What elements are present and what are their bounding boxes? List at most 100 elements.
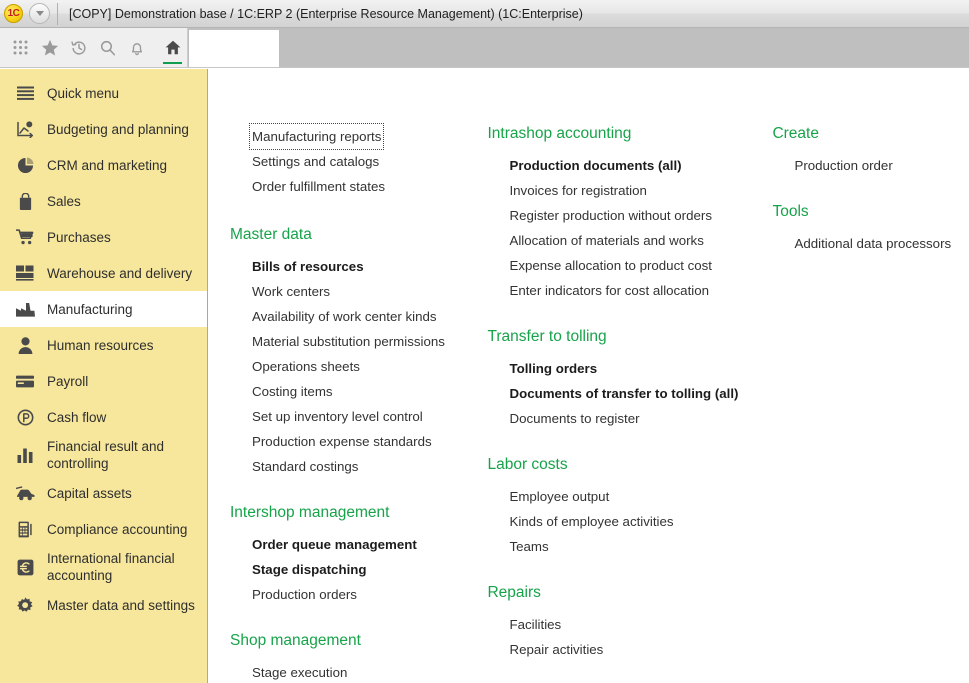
sidebar: Quick menuBudgeting and planningCRM and … <box>0 69 208 683</box>
toolbar-strip <box>0 28 969 68</box>
sidebar-item-payroll[interactable]: Payroll <box>0 363 207 399</box>
bell-icon[interactable] <box>124 35 150 61</box>
sidebar-item-cash-flow[interactable]: Cash flow <box>0 399 207 435</box>
sidebar-item-human-resources[interactable]: Human resources <box>0 327 207 363</box>
star-icon[interactable] <box>37 35 63 61</box>
sidebar-item-master-data-and-settings[interactable]: Master data and settings <box>0 587 207 623</box>
title-bar: 1C [COPY] Demonstration base / 1C:ERP 2 … <box>0 0 969 28</box>
nav-link-production-expense-standards[interactable]: Production expense standards <box>252 429 434 454</box>
link-row: Employee output <box>487 484 772 509</box>
nav-link-stage-execution[interactable]: Stage execution <box>252 660 349 683</box>
section-group: Shop managementStage execution <box>230 631 487 683</box>
shopping-cart-icon <box>14 229 36 245</box>
sidebar-item-label: Payroll <box>47 373 88 390</box>
sidebar-item-capital-assets[interactable]: Capital assets <box>0 475 207 511</box>
euro-icon <box>14 559 36 576</box>
link-row: Documents to register <box>487 406 772 431</box>
nav-link-manufacturing-reports[interactable]: Manufacturing reports <box>250 124 383 149</box>
nav-link-repair-activities[interactable]: Repair activities <box>509 637 605 662</box>
history-icon[interactable] <box>66 35 92 61</box>
sidebar-item-budgeting-and-planning[interactable]: Budgeting and planning <box>0 111 207 147</box>
content-column-1: Manufacturing reportsSettings and catalo… <box>230 124 487 683</box>
link-row: Material substitution permissions <box>230 329 487 354</box>
sidebar-item-label: Sales <box>47 193 81 210</box>
sidebar-item-financial-result-and-controlling[interactable]: Financial result and controlling <box>0 435 207 475</box>
sidebar-item-label: Capital assets <box>47 485 132 502</box>
nav-link-documents-of-transfer-to-tolling-all[interactable]: Documents of transfer to tolling (all) <box>509 381 740 406</box>
nav-link-employee-output[interactable]: Employee output <box>509 484 611 509</box>
nav-link-facilities[interactable]: Facilities <box>509 612 563 637</box>
content-column-3: CreateProduction orderToolsAdditional da… <box>772 124 969 683</box>
link-row: Invoices for registration <box>487 178 772 203</box>
link-row: Production expense standards <box>230 429 487 454</box>
nav-link-invoices-for-registration[interactable]: Invoices for registration <box>509 178 648 203</box>
sidebar-item-label: Purchases <box>47 229 111 246</box>
sidebar-item-crm-and-marketing[interactable]: CRM and marketing <box>0 147 207 183</box>
sidebar-item-label: International financial accounting <box>47 550 201 584</box>
apps-grid-icon[interactable] <box>8 35 34 61</box>
nav-link-additional-data-processors[interactable]: Additional data processors <box>794 231 953 256</box>
nav-link-allocation-of-materials-and-works[interactable]: Allocation of materials and works <box>509 228 705 253</box>
nav-link-order-queue-management[interactable]: Order queue management <box>252 532 419 557</box>
nav-link-enter-indicators-for-cost-allocation[interactable]: Enter indicators for cost allocation <box>509 278 711 303</box>
nav-link-register-production-without-orders[interactable]: Register production without orders <box>509 203 714 228</box>
sidebar-item-sales[interactable]: Sales <box>0 183 207 219</box>
nav-link-work-centers[interactable]: Work centers <box>252 279 332 304</box>
link-row: Allocation of materials and works <box>487 228 772 253</box>
tab-strip <box>158 28 280 67</box>
nav-link-expense-allocation-to-product-cost[interactable]: Expense allocation to product cost <box>509 253 714 278</box>
nav-link-set-up-inventory-level-control[interactable]: Set up inventory level control <box>252 404 425 429</box>
section-group: Labor costs Employee outputKinds of emplo… <box>487 455 772 559</box>
link-row: Kinds of employee activities <box>487 509 772 534</box>
nav-link-kinds-of-employee-activities[interactable]: Kinds of employee activities <box>509 509 675 534</box>
sidebar-item-label: Cash flow <box>47 409 106 426</box>
nav-link-standard-costings[interactable]: Standard costings <box>252 454 360 479</box>
link-row: Order queue management <box>230 532 487 557</box>
sidebar-item-manufacturing[interactable]: Manufacturing <box>0 291 207 327</box>
titlebar-menu-button[interactable] <box>29 3 50 24</box>
nav-link-availability-of-work-center-kinds[interactable]: Availability of work center kinds <box>252 304 439 329</box>
link-row: Work centers <box>230 279 487 304</box>
section-heading: Repairs <box>487 583 772 603</box>
vehicle-asset-icon <box>14 486 36 501</box>
nav-link-costing-items[interactable]: Costing items <box>252 379 335 404</box>
sidebar-item-label: Human resources <box>47 337 154 354</box>
link-row: Bills of resources <box>230 254 487 279</box>
link-row: Facilities <box>487 612 772 637</box>
nav-link-documents-to-register[interactable]: Documents to register <box>509 406 641 431</box>
payroll-card-icon <box>14 375 36 388</box>
link-row: Repair activities <box>487 637 772 662</box>
search-icon[interactable] <box>95 35 121 61</box>
window-title: [COPY] Demonstration base / 1C:ERP 2 (En… <box>69 7 583 21</box>
nav-link-tolling-orders[interactable]: Tolling orders <box>509 356 599 381</box>
section-group: Intershop managementOrder queue manageme… <box>230 503 487 607</box>
section-group: Repairs FacilitiesRepair activities <box>487 583 772 662</box>
content-panel: Manufacturing reportsSettings and catalo… <box>208 69 969 683</box>
section-heading: Transfer to tolling <box>487 327 772 347</box>
sidebar-item-purchases[interactable]: Purchases <box>0 219 207 255</box>
nav-link-bills-of-resources[interactable]: Bills of resources <box>252 254 366 279</box>
sidebar-item-quick-menu[interactable]: Quick menu <box>0 75 207 111</box>
link-row: Expense allocation to product cost <box>487 253 772 278</box>
sidebar-item-international-financial-accounting[interactable]: International financial accounting <box>0 547 207 587</box>
section-heading: Labor costs <box>487 455 772 475</box>
sidebar-item-label: Compliance accounting <box>47 521 187 538</box>
section-columns: Manufacturing reportsSettings and catalo… <box>208 124 969 683</box>
link-row: Costing items <box>230 379 487 404</box>
nav-link-production-documents-all[interactable]: Production documents (all) <box>509 153 683 178</box>
tab-home[interactable] <box>158 28 188 67</box>
nav-link-material-substitution-permissions[interactable]: Material substitution permissions <box>252 329 447 354</box>
nav-link-order-fulfillment-states[interactable]: Order fulfillment states <box>252 174 387 199</box>
sidebar-item-warehouse-and-delivery[interactable]: Warehouse and delivery <box>0 255 207 291</box>
section-group: ToolsAdditional data processors <box>772 202 969 256</box>
nav-link-stage-dispatching[interactable]: Stage dispatching <box>252 557 369 582</box>
nav-link-production-orders[interactable]: Production orders <box>252 582 359 607</box>
nav-link-settings-and-catalogs[interactable]: Settings and catalogs <box>252 149 381 174</box>
nav-link-teams[interactable]: Teams <box>509 534 550 559</box>
nav-link-production-order[interactable]: Production order <box>794 153 894 178</box>
sidebar-item-compliance-accounting[interactable]: Compliance accounting <box>0 511 207 547</box>
tab-strip-background <box>158 28 969 67</box>
tab-active-page[interactable] <box>188 30 280 67</box>
nav-link-operations-sheets[interactable]: Operations sheets <box>252 354 362 379</box>
link-row: Standard costings <box>230 454 487 479</box>
